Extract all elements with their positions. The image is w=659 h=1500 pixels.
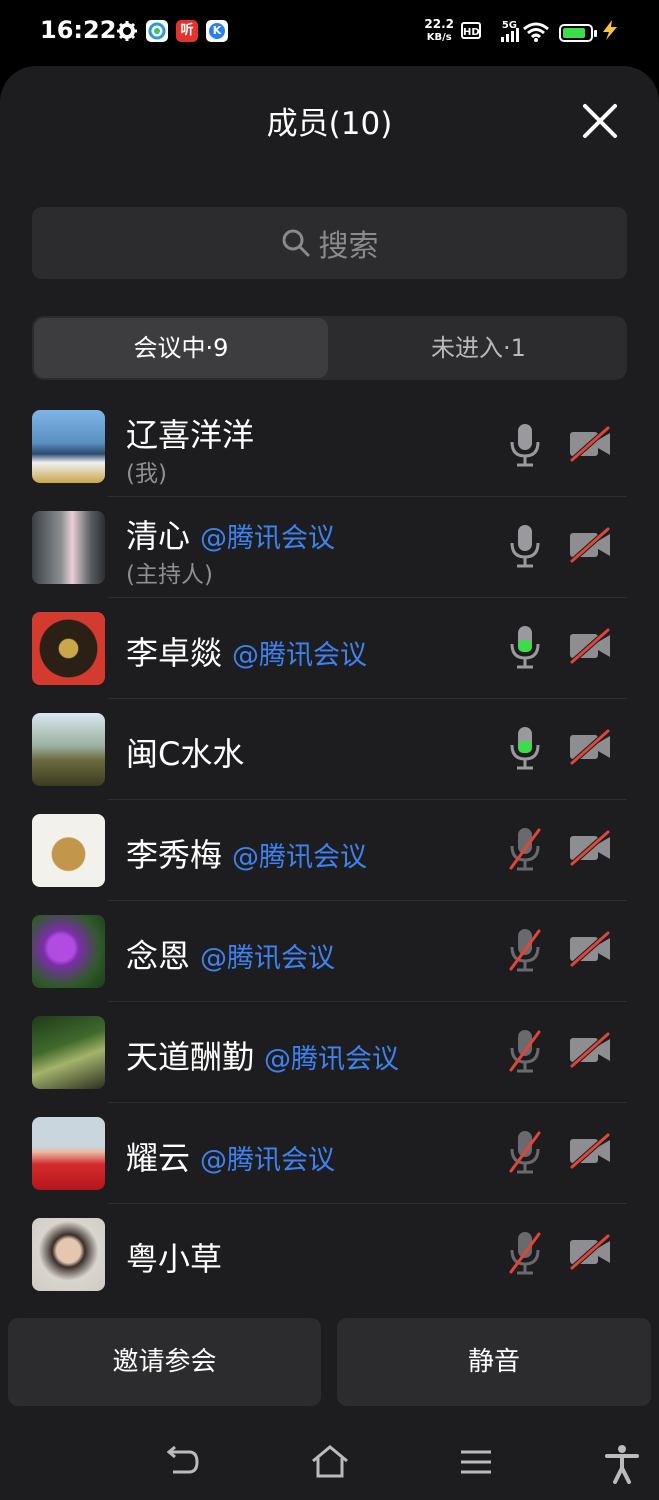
member-role: (我) (126, 461, 167, 487)
camera-off-icon[interactable] (568, 931, 612, 967)
camera-off-icon[interactable] (568, 729, 612, 765)
status-bar: 16:22 听 K 22.2 KB/s HD 5G (0, 0, 659, 64)
network-speed: 22.2 KB/s (424, 17, 454, 44)
member-name-line: 粤小草 (126, 1234, 222, 1280)
member-name-line: 李秀梅 @腾讯会议 (126, 830, 367, 876)
back-icon[interactable] (165, 1444, 201, 1480)
avatar (32, 814, 105, 887)
close-icon[interactable] (581, 102, 619, 140)
member-name-line: 耀云 @腾讯会议 (126, 1133, 335, 1179)
member-name: 天道酬勤 (126, 1038, 255, 1076)
mic-icon[interactable] (508, 624, 542, 670)
avatar (32, 1218, 105, 1291)
avatar (32, 1117, 105, 1190)
member-name: 耀云 (126, 1139, 191, 1177)
member-name-line: 天道酬勤 @腾讯会议 (126, 1032, 399, 1078)
tab-in-meeting[interactable]: 会议中·9 (34, 318, 328, 378)
battery-level (563, 28, 586, 38)
avatar (32, 915, 105, 988)
footer-actions: 邀请参会 静音 (0, 1302, 659, 1426)
member-org-tag: @腾讯会议 (264, 1044, 400, 1075)
avatar (32, 713, 105, 786)
avatar (32, 410, 105, 483)
camera-off-icon[interactable] (568, 1234, 612, 1270)
member-row[interactable]: 清心 @腾讯会议 (主持人) (0, 497, 659, 598)
mic-muted-icon[interactable] (508, 927, 542, 973)
member-row[interactable]: 闽C水水 (0, 699, 659, 800)
member-name-line: 辽喜洋洋 (126, 410, 254, 456)
member-org-tag: @腾讯会议 (200, 1145, 336, 1176)
member-row[interactable]: 辽喜洋洋 (我) (0, 396, 659, 497)
camera-off-icon[interactable] (568, 426, 612, 462)
member-name: 清心 (126, 517, 191, 555)
member-name: 念恩 (126, 937, 191, 975)
menu-icon[interactable] (459, 1444, 493, 1480)
member-name-line: 清心 @腾讯会议 (126, 511, 335, 557)
signal-icon (501, 28, 519, 42)
member-name: 辽喜洋洋 (126, 416, 255, 454)
mic-muted-icon[interactable] (508, 1129, 542, 1175)
invite-button[interactable]: 邀请参会 (8, 1318, 321, 1406)
listen-app-icon: 听 (176, 20, 198, 42)
search-input[interactable]: 搜索 (32, 207, 627, 279)
camera-off-icon[interactable] (568, 628, 612, 664)
mute-all-button[interactable]: 静音 (337, 1318, 651, 1406)
member-org-tag: @腾讯会议 (200, 523, 336, 554)
member-role: (主持人) (126, 562, 213, 588)
home-icon[interactable] (310, 1444, 350, 1480)
member-name: 粤小草 (126, 1240, 223, 1278)
system-nav-bar (0, 1426, 659, 1500)
camera-off-icon[interactable] (568, 1133, 612, 1169)
tab-not-joined[interactable]: 未进入·1 (330, 316, 627, 380)
member-row[interactable]: 粤小草 (0, 1204, 659, 1305)
k-app-icon: K (206, 20, 228, 42)
mic-muted-icon[interactable] (508, 1230, 542, 1276)
member-name: 李卓燚 (126, 634, 223, 672)
member-name: 闽C水水 (126, 735, 245, 773)
browser-icon (146, 20, 168, 42)
member-org-tag: @腾讯会议 (200, 943, 336, 974)
member-name-line: 闽C水水 (126, 729, 244, 775)
search-icon (282, 229, 309, 257)
member-org-tag: @腾讯会议 (232, 640, 368, 671)
member-org-tag: @腾讯会议 (232, 842, 368, 873)
mic-muted-icon[interactable] (508, 1028, 542, 1074)
member-row[interactable]: 念恩 @腾讯会议 (0, 901, 659, 1002)
sheet-title: 成员(10) (266, 106, 393, 142)
avatar (32, 511, 105, 584)
camera-off-icon[interactable] (568, 1032, 612, 1068)
camera-off-icon[interactable] (568, 830, 612, 866)
member-row[interactable]: 天道酬勤 @腾讯会议 (0, 1002, 659, 1103)
member-row[interactable]: 李秀梅 @腾讯会议 (0, 800, 659, 901)
member-row[interactable]: 李卓燚 @腾讯会议 (0, 598, 659, 699)
wifi-icon (523, 22, 549, 42)
member-name: 李秀梅 (126, 836, 223, 874)
avatar (32, 1016, 105, 1089)
member-tabs: 会议中·9 未进入·1 (32, 316, 627, 380)
member-name-line: 念恩 @腾讯会议 (126, 931, 335, 977)
charging-icon (603, 20, 617, 40)
status-time: 16:22 (40, 16, 117, 44)
search-placeholder: 搜索 (318, 229, 379, 264)
accessibility-icon[interactable] (604, 1444, 640, 1484)
member-list: 辽喜洋洋 (我) 清心 @腾讯会议 (主持人) 李卓燚 @腾讯会议 闽C水水 李秀梅 @腾讯会议念… (0, 396, 659, 1305)
hd-icon: HD (461, 22, 481, 39)
gear-icon (117, 21, 137, 41)
member-row[interactable]: 耀云 @腾讯会议 (0, 1103, 659, 1204)
mic-muted-icon[interactable] (508, 826, 542, 872)
members-sheet: 成员(10) 搜索 会议中·9 未进入·1 辽喜洋洋 (我) 清心 @腾讯会议 (主持人… (0, 66, 659, 1426)
member-name-line: 李卓燚 @腾讯会议 (126, 628, 367, 674)
battery-icon (559, 24, 597, 42)
mic-icon[interactable] (508, 523, 542, 569)
mic-icon[interactable] (508, 725, 542, 771)
avatar (32, 612, 105, 685)
mic-icon[interactable] (508, 422, 542, 468)
camera-off-icon[interactable] (568, 527, 612, 563)
